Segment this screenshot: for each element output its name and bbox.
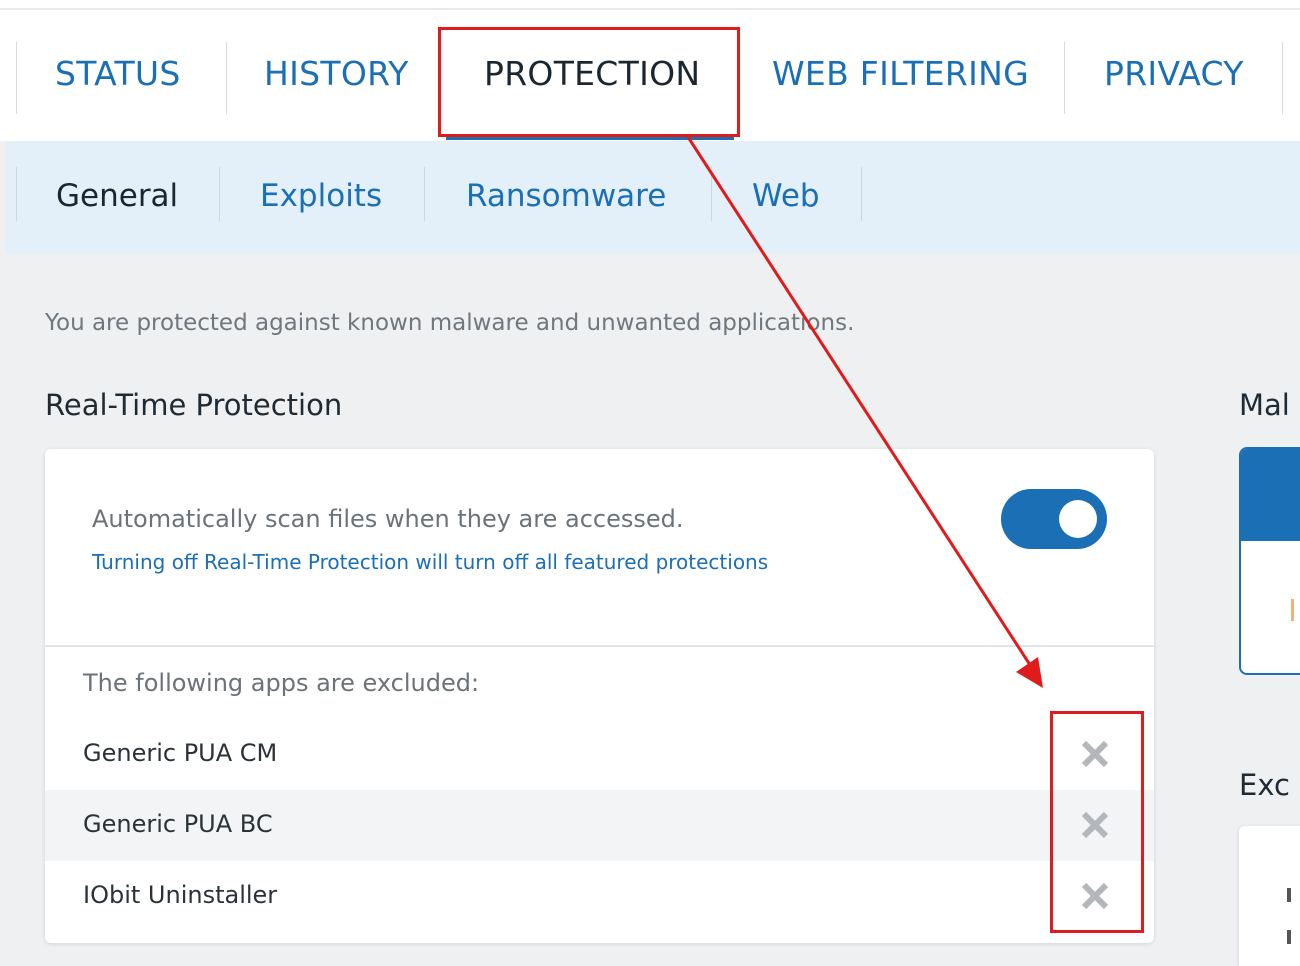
malware-card-partial: [1239, 447, 1300, 675]
toggle-knob: [1059, 500, 1097, 538]
excluded-apps-label: The following apps are excluded:: [83, 669, 480, 697]
sub-tab-divider: [861, 167, 862, 221]
subtab-ransomware[interactable]: Ransomware: [466, 176, 666, 216]
close-icon[interactable]: [1078, 808, 1112, 842]
protection-status-message: You are protected against known malware …: [45, 310, 855, 336]
close-icon[interactable]: [1078, 737, 1112, 771]
subtab-exploits[interactable]: Exploits: [260, 176, 382, 216]
malware-card-indicator: [1291, 599, 1294, 621]
real-time-description: Automatically scan files when they are a…: [92, 505, 684, 533]
excluded-app-row: Generic PUA CM: [45, 719, 1154, 790]
sub-tab-bar: General Exploits Ransomware Web: [6, 141, 1300, 254]
tab-history[interactable]: HISTORY: [264, 54, 409, 94]
exclusions-card-partial: [1239, 826, 1300, 966]
tab-protection[interactable]: PROTECTION: [484, 54, 700, 94]
real-time-protection-title: Real-Time Protection: [45, 388, 343, 422]
tab-divider: [1282, 42, 1283, 114]
partial-text-fragment: [1287, 930, 1291, 944]
tab-privacy[interactable]: PRIVACY: [1104, 54, 1244, 94]
subtab-web[interactable]: Web: [752, 176, 820, 216]
excluded-app-row: Generic PUA BC: [45, 790, 1154, 861]
tab-divider: [226, 42, 227, 114]
card-divider: [45, 645, 1154, 647]
real-time-toggle[interactable]: [1001, 489, 1107, 549]
tab-divider: [1064, 42, 1065, 114]
main-tab-bar: STATUS HISTORY PROTECTION WEB FILTERING …: [0, 10, 1300, 141]
active-tab-indicator: [446, 135, 734, 140]
sub-tab-divider: [424, 167, 425, 221]
sub-tab-divider: [16, 167, 17, 221]
exclusions-section-title: Exc: [1239, 768, 1290, 802]
tab-divider: [16, 42, 17, 114]
excluded-app-name: Generic PUA CM: [83, 739, 278, 767]
top-strip: [0, 0, 1300, 8]
close-icon[interactable]: [1078, 879, 1112, 913]
malware-card-header: [1241, 449, 1300, 541]
sub-tab-divider: [219, 167, 220, 221]
partial-text-fragment: [1287, 888, 1291, 902]
excluded-app-name: Generic PUA BC: [83, 810, 273, 838]
real-time-warning: Turning off Real-Time Protection will tu…: [92, 550, 769, 574]
malware-section-title: Mal: [1239, 388, 1290, 422]
subtab-general[interactable]: General: [56, 176, 178, 216]
real-time-protection-card: Automatically scan files when they are a…: [45, 449, 1154, 943]
tab-web-filtering[interactable]: WEB FILTERING: [772, 54, 1029, 94]
excluded-app-row: IObit Uninstaller: [45, 861, 1154, 932]
excluded-app-name: IObit Uninstaller: [83, 881, 278, 909]
sub-tab-divider: [711, 167, 712, 221]
tab-status[interactable]: STATUS: [55, 54, 181, 94]
